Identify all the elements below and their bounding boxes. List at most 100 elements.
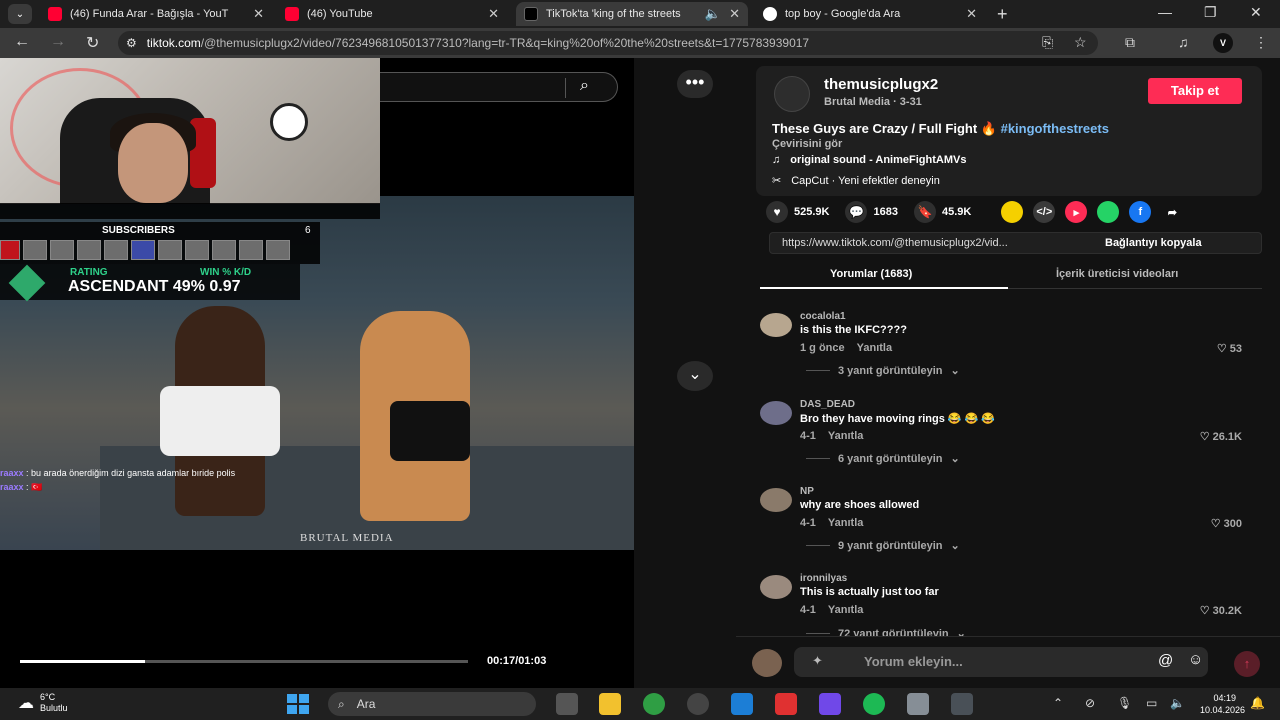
search-icon[interactable]: ⌕ (580, 77, 589, 95)
translate-link[interactable]: Çevirisini gör (772, 138, 842, 150)
commenter-avatar[interactable] (760, 488, 792, 512)
subscriber-avatar (158, 240, 182, 260)
browser-tab-4[interactable]: top boy - Google'da Ara ✕ (755, 2, 985, 26)
overlay-strip (0, 203, 380, 219)
mention-icon[interactable]: @ (1158, 652, 1173, 669)
taskbar-search[interactable]: ⌕ Ara (328, 692, 536, 716)
chevron-up-icon[interactable]: ⌃ (1053, 696, 1063, 710)
embed-icon[interactable]: </> (1033, 201, 1056, 223)
install-app-icon[interactable]: ⎘ (1042, 34, 1053, 51)
close-tab-icon[interactable]: ✕ (253, 6, 264, 22)
comment-like-button[interactable]: ♡ 30.2K (1200, 604, 1242, 617)
profile-avatar[interactable]: V (1213, 33, 1233, 53)
minimize-icon[interactable]: — (1158, 4, 1172, 20)
start-button[interactable] (287, 694, 309, 714)
media-control-icon[interactable]: ♫ (1178, 34, 1189, 50)
commenter-name[interactable]: DAS_DEAD (800, 399, 855, 410)
file-explorer-icon[interactable] (599, 693, 621, 715)
save-button[interactable]: 🔖 45.9K (913, 201, 971, 223)
volume-icon[interactable]: 🔈 (1170, 696, 1185, 710)
close-tab-icon[interactable]: ✕ (729, 6, 740, 22)
view-replies-button[interactable]: 6 yanıt görüntüleyin ⌄ (806, 452, 960, 465)
browser-tab-3-active[interactable]: TikTok'ta 'king of the streets 🔈 ✕ (516, 2, 748, 26)
reply-button[interactable]: Yanıtla (828, 517, 863, 529)
tab-comments[interactable]: Yorumlar (1683) (830, 268, 912, 280)
weather-widget[interactable]: ☁ 6°C Bulutlu (18, 692, 68, 714)
commenter-name[interactable]: NP (800, 486, 814, 497)
url-field[interactable]: ⚙ tiktok.com/@themusicplugx2/video/76234… (118, 31, 1098, 55)
tab-title: TikTok'ta 'king of the streets (546, 8, 681, 20)
commenter-name[interactable]: cocalola1 (800, 311, 846, 322)
comment-like-button[interactable]: ♡ 26.1K (1200, 430, 1242, 443)
commenter-avatar[interactable] (760, 313, 792, 337)
facebook-icon[interactable]: f (1129, 201, 1152, 223)
send-comment-button[interactable]: ↑ (1234, 651, 1260, 677)
reply-button[interactable]: Yanıtla (857, 342, 892, 354)
like-button[interactable]: ♥ 525.9K (766, 201, 829, 223)
share-friends-icon[interactable] (1001, 201, 1024, 223)
subscriber-avatar (239, 240, 263, 260)
wifi-off-icon[interactable]: ⊘ (1085, 696, 1095, 710)
comment-button[interactable]: 💬 1683 (845, 201, 898, 223)
site-info-icon[interactable]: ⚙ (126, 36, 137, 50)
weather-temp: 6°C (40, 692, 56, 702)
browser-tab-1[interactable]: (46) Funda Arar - Bağışla - YouT ✕ (40, 2, 272, 26)
follow-button[interactable]: Takip et (1148, 78, 1242, 104)
sound-link[interactable]: ♫ original sound - AnimeFightAMVs (772, 154, 966, 166)
author-name[interactable]: themusicplugx2 (824, 76, 938, 93)
emoji-icon[interactable]: ☺ (1188, 651, 1203, 668)
reload-icon[interactable]: ↻ (86, 33, 99, 53)
view-replies-button[interactable]: 9 yanıt görüntüleyin ⌄ (806, 539, 960, 552)
hashtag-link[interactable]: #kingofthestreets (1001, 121, 1109, 136)
outlook-icon[interactable] (731, 693, 753, 715)
commenter-avatar[interactable] (760, 575, 792, 599)
send-to-friends-icon[interactable]: ▸ (1065, 201, 1088, 223)
tab-creator-videos[interactable]: İçerik üreticisi videoları (1056, 268, 1178, 280)
settings-icon[interactable] (907, 693, 929, 715)
app-icon[interactable] (819, 693, 841, 715)
discord-icon[interactable] (687, 693, 709, 715)
author-avatar[interactable] (774, 76, 810, 112)
view-replies-button[interactable]: 72 yanıt görüntüleyin ⌄ (806, 627, 966, 636)
commenter-avatar[interactable] (760, 401, 792, 425)
mute-tab-icon[interactable]: 🔈 (705, 6, 721, 22)
reply-button[interactable]: Yanıtla (828, 430, 863, 442)
extensions-icon[interactable]: ⧉ (1125, 34, 1135, 51)
restore-icon[interactable]: ❐ (1204, 4, 1217, 21)
whatsapp-icon[interactable] (1097, 201, 1120, 223)
browser-menu-icon[interactable]: ⋮ (1254, 34, 1268, 51)
capcut-link[interactable]: ✂ CapCut · Yeni efektler deneyin (772, 174, 940, 188)
tiktok-search-box[interactable]: ⌕ (380, 72, 618, 102)
comment-like-button[interactable]: ♡ 300 (1211, 517, 1242, 530)
video-link[interactable]: https://www.tiktok.com/@themusicplugx2/v… (782, 237, 1092, 249)
sticker-icon[interactable]: ✦ (812, 653, 823, 669)
bookmark-star-icon[interactable]: ☆ (1074, 34, 1087, 51)
comment-input[interactable]: ✦ Yorum ekleyin... @ ☺ (794, 647, 1208, 677)
browser-tab-2[interactable]: (46) YouTube ✕ (277, 2, 507, 26)
back-icon[interactable]: ← (14, 33, 30, 51)
video-progress-bar[interactable] (20, 660, 468, 663)
clock[interactable]: 04:19 10.04.2026 (1200, 692, 1245, 716)
chrome-icon[interactable] (643, 693, 665, 715)
new-tab-icon[interactable]: + (997, 4, 1008, 25)
close-window-icon[interactable]: ✕ (1250, 4, 1262, 21)
forward-icon[interactable]: → (50, 33, 66, 51)
close-tab-icon[interactable]: ✕ (488, 6, 499, 22)
microphone-icon[interactable]: 🎙 (1117, 696, 1132, 710)
reply-button[interactable]: Yanıtla (828, 604, 863, 616)
network-icon[interactable]: ▭ (1146, 696, 1157, 710)
commenter-name[interactable]: ironnilyas (800, 573, 847, 584)
app-icon[interactable] (775, 693, 797, 715)
comment-like-button[interactable]: ♡ 53 (1217, 342, 1242, 355)
share-arrow-icon[interactable]: ➦ (1161, 201, 1183, 223)
notifications-icon[interactable]: 🔔 (1250, 696, 1265, 710)
copy-link-button[interactable]: Bağlantıyı kopyala (1105, 237, 1202, 249)
tab-search-button[interactable]: ⌄ (8, 4, 32, 24)
close-tab-icon[interactable]: ✕ (966, 6, 977, 22)
more-options-button[interactable]: ••• (677, 70, 713, 98)
next-video-button[interactable]: ⌄ (677, 361, 713, 391)
spotify-icon[interactable] (863, 693, 885, 715)
view-replies-button[interactable]: 3 yanıt görüntüleyin ⌄ (806, 364, 960, 377)
task-view-icon[interactable] (556, 693, 578, 715)
app-icon[interactable] (951, 693, 973, 715)
